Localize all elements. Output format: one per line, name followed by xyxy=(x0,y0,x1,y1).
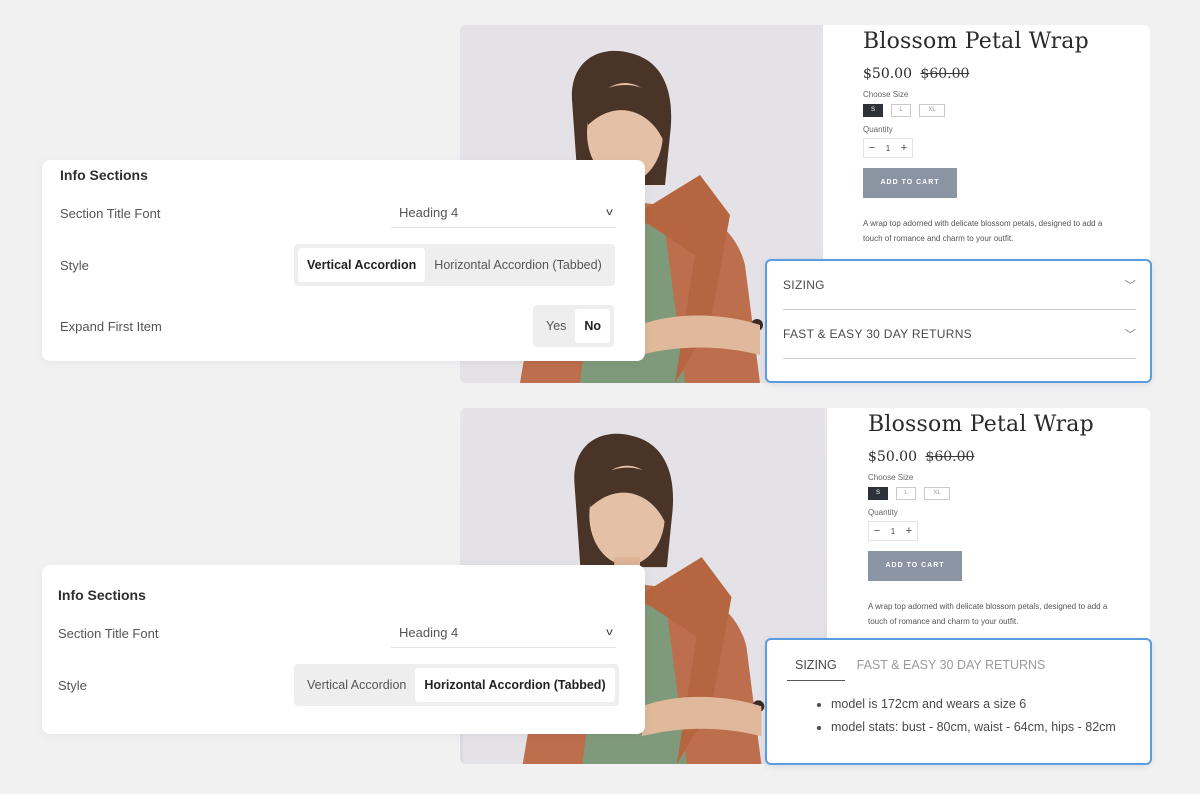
info-sections-settings-vertical: Info Sections Section Title Font Heading… xyxy=(42,160,645,361)
size-option-s[interactable]: S xyxy=(863,104,883,117)
size-option-l[interactable]: L xyxy=(891,104,911,117)
product-price: $50.00 xyxy=(863,66,912,82)
list-item: model stats: bust - 80cm, waist - 64cm, … xyxy=(831,720,1128,734)
settings-title: Info Sections xyxy=(60,167,148,183)
select-value: Heading 4 xyxy=(399,205,459,220)
quantity-label: Quantity xyxy=(863,125,893,134)
add-to-cart-button[interactable]: ADD TO CART xyxy=(863,168,957,198)
add-to-cart-button[interactable]: ADD TO CART xyxy=(868,551,962,581)
info-sections-settings-horizontal: Info Sections Section Title Font Heading… xyxy=(42,565,645,734)
chevron-down-icon: ﹀ xyxy=(1124,280,1136,292)
style-label: Style xyxy=(60,258,89,273)
section-title-font-label: Section Title Font xyxy=(58,626,159,641)
quantity-stepper: − 1 + xyxy=(868,521,918,541)
quantity-label: Quantity xyxy=(868,508,898,517)
expand-option-no[interactable]: No xyxy=(575,309,611,343)
style-label: Style xyxy=(58,678,87,693)
quantity-plus-button[interactable]: + xyxy=(901,525,917,537)
chevron-down-icon: v xyxy=(606,627,613,638)
size-option-xl[interactable]: XL xyxy=(924,487,950,500)
quantity-value[interactable]: 1 xyxy=(880,144,896,153)
expand-first-item-label: Expand First Item xyxy=(60,319,162,334)
product-title: Blossom Petal Wrap xyxy=(863,29,1089,54)
list-item: model is 172cm and wears a size 6 xyxy=(831,697,1128,711)
horizontal-accordion: SIZING FAST & EASY 30 DAY RETURNS model … xyxy=(765,638,1152,765)
style-segmented-control: Vertical Accordion Horizontal Accordion … xyxy=(294,664,619,706)
product-price: $50.00 xyxy=(868,449,917,465)
select-value: Heading 4 xyxy=(399,625,459,640)
style-segmented-control: Vertical Accordion Horizontal Accordion … xyxy=(294,244,615,286)
accordion-item-label: SIZING xyxy=(783,278,825,292)
compare-price: $60.00 xyxy=(920,66,970,82)
section-title-font-select[interactable]: Heading 4 v xyxy=(391,198,616,228)
tab-content: model is 172cm and wears a size 6 model … xyxy=(831,697,1128,734)
expand-segmented-control: Yes No xyxy=(533,305,615,347)
tab-returns[interactable]: FAST & EASY 30 DAY RETURNS xyxy=(857,658,1046,681)
style-option-horizontal[interactable]: Horizontal Accordion (Tabbed) xyxy=(415,668,615,702)
accordion-item-label: FAST & EASY 30 DAY RETURNS xyxy=(783,327,972,341)
style-option-vertical[interactable]: Vertical Accordion xyxy=(298,668,415,702)
quantity-plus-button[interactable]: + xyxy=(896,142,912,154)
quantity-minus-button[interactable]: − xyxy=(864,142,880,154)
tab-sizing[interactable]: SIZING xyxy=(787,658,845,681)
size-option-l[interactable]: L xyxy=(896,487,916,500)
chevron-down-icon: v xyxy=(606,207,613,218)
accordion-item-sizing[interactable]: SIZING ﹀ xyxy=(783,261,1136,310)
settings-title: Info Sections xyxy=(58,587,146,603)
style-option-vertical[interactable]: Vertical Accordion xyxy=(298,248,426,282)
size-option-s[interactable]: S xyxy=(868,487,888,500)
expand-option-yes[interactable]: Yes xyxy=(537,309,575,343)
product-description: A wrap top adorned with delicate blossom… xyxy=(863,219,1103,243)
quantity-minus-button[interactable]: − xyxy=(869,525,885,537)
section-title-font-label: Section Title Font xyxy=(60,206,161,221)
product-title: Blossom Petal Wrap xyxy=(868,412,1094,437)
size-label: Choose Size xyxy=(868,473,914,482)
quantity-value[interactable]: 1 xyxy=(885,527,901,536)
compare-price: $60.00 xyxy=(925,449,975,465)
section-title-font-select[interactable]: Heading 4 v xyxy=(391,618,616,648)
size-option-xl[interactable]: XL xyxy=(919,104,945,117)
quantity-stepper: − 1 + xyxy=(863,138,913,158)
size-label: Choose Size xyxy=(863,90,909,99)
product-description: A wrap top adorned with delicate blossom… xyxy=(868,602,1108,626)
accordion-item-returns[interactable]: FAST & EASY 30 DAY RETURNS ﹀ xyxy=(783,310,1136,359)
style-option-horizontal[interactable]: Horizontal Accordion (Tabbed) xyxy=(425,248,610,282)
vertical-accordion: SIZING ﹀ FAST & EASY 30 DAY RETURNS ﹀ xyxy=(765,259,1152,383)
chevron-down-icon: ﹀ xyxy=(1124,329,1136,341)
